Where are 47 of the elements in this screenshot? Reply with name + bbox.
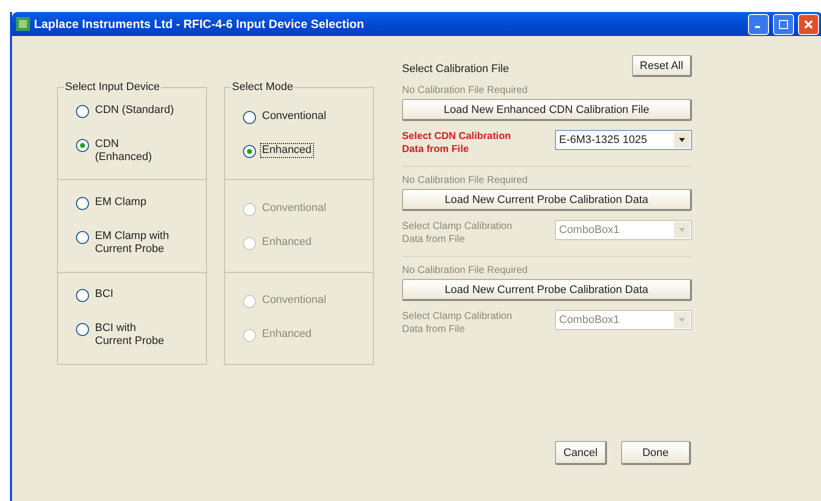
radio-button[interactable] xyxy=(76,138,89,152)
radio-label: CDN (Enhanced) xyxy=(94,138,153,164)
radio-label: CDN (Standard) xyxy=(94,104,175,117)
radio-label: BCI xyxy=(94,288,114,302)
radio-label: EM Clamp xyxy=(94,196,148,209)
section-title: Select Calibration File xyxy=(402,63,509,75)
radio-label: Enhanced xyxy=(261,144,313,157)
dialog-button[interactable]: Done xyxy=(621,441,691,465)
window-title: Laplace Instruments Ltd - RFIC-4-6 Input Device Selection xyxy=(34,17,366,31)
radio-button[interactable] xyxy=(243,110,256,124)
reset-all-button[interactable]: Reset All xyxy=(632,55,692,77)
radio-option[interactable]: EM Clamp with Current Probe xyxy=(76,230,176,256)
radio-button[interactable] xyxy=(76,230,89,244)
maximize-icon[interactable] xyxy=(773,14,794,34)
load-calibration-button[interactable]: Load New Enhanced CDN Calibration File xyxy=(402,99,692,121)
radio-option[interactable]: BCI with Current Probe xyxy=(76,322,176,348)
radio-option[interactable]: BCI xyxy=(76,288,176,302)
radio-button[interactable] xyxy=(76,323,89,336)
radio-button[interactable] xyxy=(76,289,89,302)
radio-option[interactable]: Conventional xyxy=(243,110,343,124)
radio-option[interactable]: CDN (Enhanced) xyxy=(76,138,176,164)
radio-option[interactable]: Enhanced xyxy=(243,144,343,158)
hint-text: No Calibration File Required xyxy=(402,265,529,276)
app-icon xyxy=(16,17,30,31)
group-title: Select Input Device xyxy=(64,81,161,93)
select-label: Select CDN Calibration Data from File xyxy=(402,130,512,156)
radio-label: BCI with Current Probe xyxy=(94,322,166,348)
radio-label: Conventional xyxy=(261,202,328,215)
radio-label: Enhanced xyxy=(261,328,313,342)
dialog-button[interactable]: Cancel xyxy=(555,441,607,465)
select-label: Select Clamp Calibration Data from File xyxy=(402,310,514,336)
hint-text: No Calibration File Required xyxy=(402,175,529,186)
radio-button[interactable] xyxy=(76,196,89,210)
radio-label: Conventional xyxy=(261,294,328,308)
radio-option[interactable]: EM Clamp xyxy=(76,196,176,210)
calibration-dropdown[interactable]: E-6M3-1325 1025 xyxy=(555,130,692,150)
radio-label: Conventional xyxy=(261,110,328,123)
minimize-icon[interactable] xyxy=(748,14,769,34)
radio-button[interactable] xyxy=(76,104,89,118)
hint-text: No Calibration File Required xyxy=(402,85,529,96)
radio-button[interactable] xyxy=(243,144,256,158)
radio-label: Enhanced xyxy=(261,236,313,249)
group-title: Select Mode xyxy=(231,81,294,93)
radio-label: EM Clamp with Current Probe xyxy=(94,230,170,256)
close-icon[interactable] xyxy=(798,14,819,34)
radio-option[interactable]: CDN (Standard) xyxy=(76,104,176,118)
select-label: Select Clamp Calibration Data from File xyxy=(402,220,514,246)
